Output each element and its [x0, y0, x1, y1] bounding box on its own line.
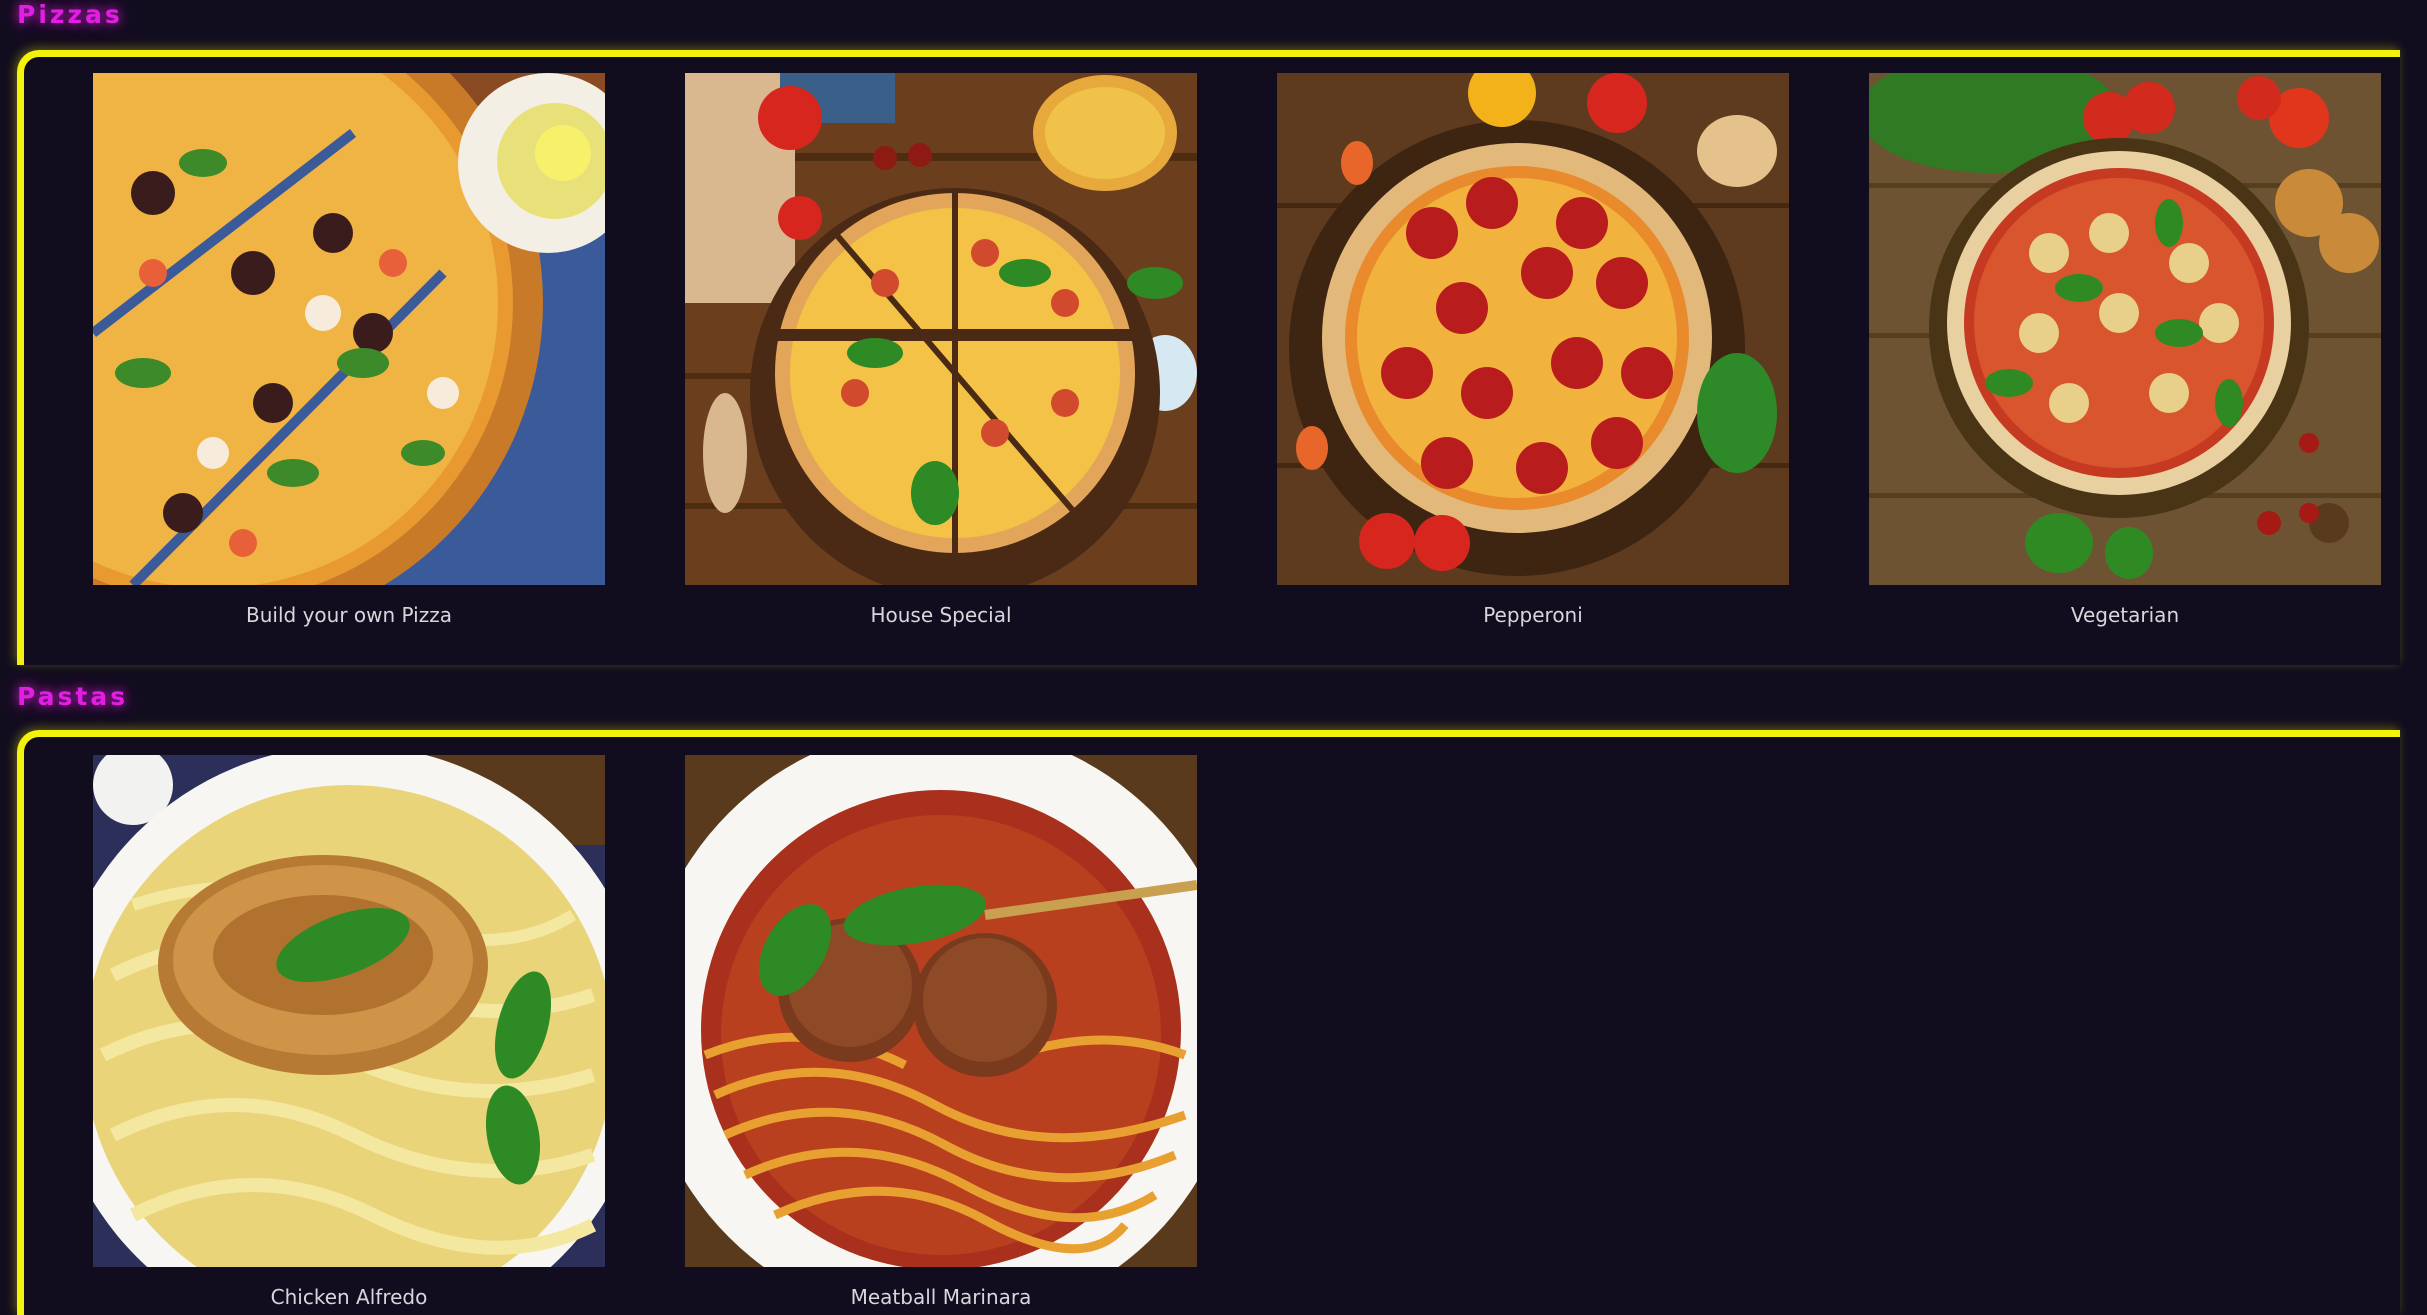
menu-item-label: House Special: [870, 603, 1012, 627]
menu-item-build-your-own-pizza[interactable]: Build your own Pizza: [93, 73, 605, 625]
food-image-house-special: [685, 73, 1197, 585]
food-image-chicken-alfredo: [93, 755, 605, 1267]
section-pizzas: Pizzas Build your own Pizza House Specia…: [0, 0, 2427, 680]
menu-item-meatball-marinara[interactable]: Meatball Marinara: [685, 755, 1197, 1307]
menu-item-pepperoni[interactable]: Pepperoni: [1277, 73, 1789, 625]
section-title-pizzas: Pizzas: [17, 0, 123, 29]
menu-item-label: Meatball Marinara: [850, 1285, 1032, 1309]
menu-item-label: Pepperoni: [1483, 603, 1583, 627]
menu-item-chicken-alfredo[interactable]: Chicken Alfredo: [93, 755, 605, 1307]
pizza-grid: Build your own Pizza House Special Peppe…: [93, 73, 2381, 625]
food-image-vegetarian: [1869, 73, 2381, 585]
food-image-build-your-own-pizza: [93, 73, 605, 585]
menu-item-label: Vegetarian: [2070, 603, 2180, 627]
section-title-pastas: Pastas: [17, 682, 129, 711]
food-image-pepperoni: [1277, 73, 1789, 585]
menu-item-label: Build your own Pizza: [246, 603, 452, 627]
pasta-grid: Chicken Alfredo Meatball Marinara: [93, 755, 1197, 1307]
menu-item-vegetarian[interactable]: Vegetarian: [1869, 73, 2381, 625]
menu-page: Pizzas Build your own Pizza House Specia…: [0, 0, 2427, 1315]
menu-item-house-special[interactable]: House Special: [685, 73, 1197, 625]
section-pastas: Pastas Chicken Alfredo Meatball Marinara: [0, 680, 2427, 1315]
menu-item-label: Chicken Alfredo: [270, 1285, 428, 1309]
food-image-meatball-marinara: [685, 755, 1197, 1267]
